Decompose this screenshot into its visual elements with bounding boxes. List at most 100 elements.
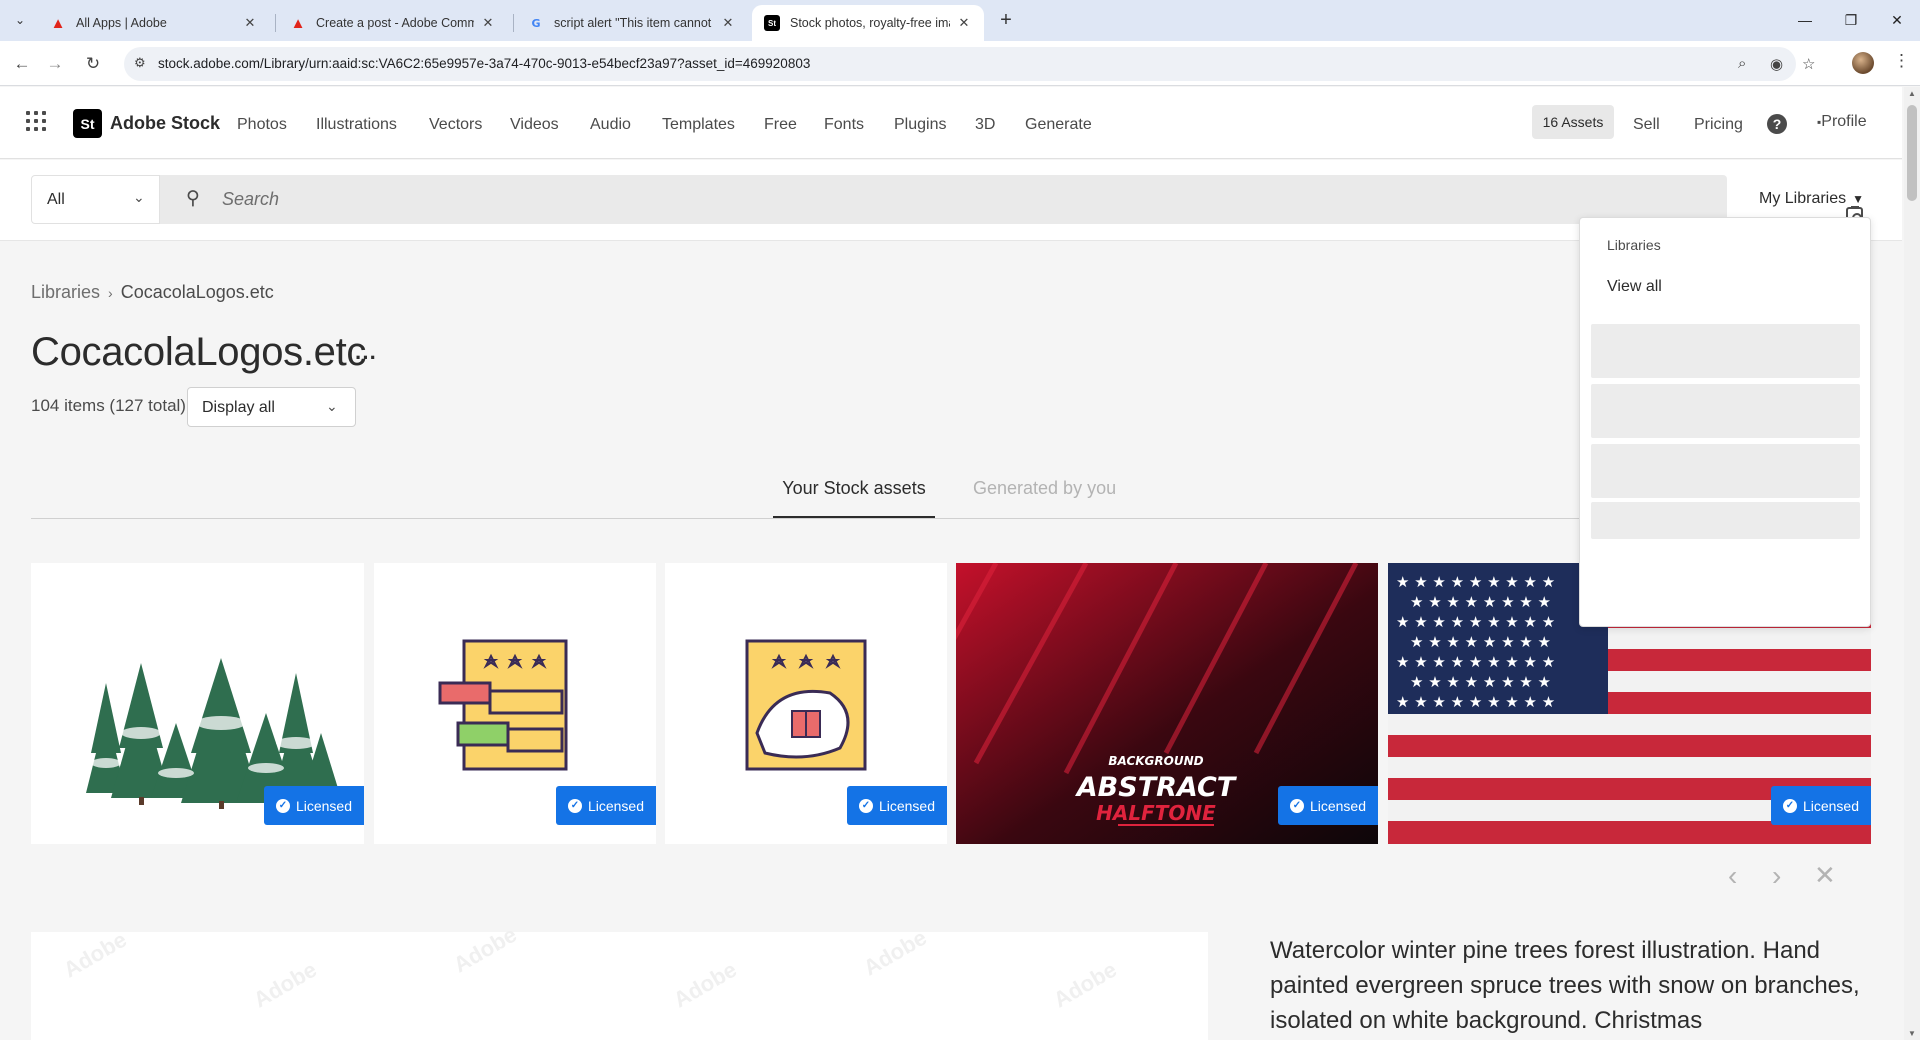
chevron-down-icon: ⌄ [133, 189, 145, 205]
adobe-icon: ▲ [290, 14, 306, 32]
tab-generated-by-you[interactable]: Generated by you [973, 478, 1116, 499]
address-bar: ← → ↻ ⚙ stock.adobe.com/Library/urn:aaid… [0, 41, 1920, 86]
sell-link[interactable]: Sell [1633, 116, 1660, 134]
svg-text:★ ★ ★ ★ ★ ★ ★ ★: ★ ★ ★ ★ ★ ★ ★ ★ [1410, 593, 1551, 611]
licensed-badge: ✓ Licensed [1277, 786, 1378, 825]
nav-videos[interactable]: Videos [510, 116, 559, 134]
browser-tab[interactable]: G script alert "This item cannot ed ✕ [516, 5, 748, 41]
scroll-down-icon[interactable]: ▼ [1908, 1029, 1916, 1038]
breadcrumb: Libraries › CocacolaLogos.etc [31, 282, 274, 303]
reload-icon[interactable]: ↻ [80, 51, 106, 77]
asset-card-gift-ticket[interactable]: ✓ Licensed [665, 563, 947, 844]
bookmark-star-icon[interactable]: ☆ [1802, 55, 1815, 73]
search-input[interactable]: ⚲ Search [160, 175, 1866, 227]
close-icon[interactable]: ✕ [242, 15, 258, 31]
assets-count-button[interactable]: 16 Assets [1532, 105, 1614, 139]
nav-audio[interactable]: Audio [590, 116, 631, 134]
check-circle-icon: ✓ [275, 798, 290, 813]
zoom-icon[interactable]: ⌕ [1738, 55, 1746, 72]
nav-free[interactable]: Free [764, 116, 797, 134]
browser-tab-active[interactable]: St Stock photos, royalty-free imag ✕ [752, 5, 984, 41]
nav-3d[interactable]: 3D [975, 116, 995, 134]
close-icon[interactable]: ✕ [956, 15, 972, 31]
svg-text:★ ★ ★ ★ ★ ★ ★ ★: ★ ★ ★ ★ ★ ★ ★ ★ [1410, 633, 1551, 651]
nav-templates[interactable]: Templates [662, 116, 735, 134]
profile-avatar[interactable]: ▪Profile [1817, 113, 1867, 131]
tab-title: script alert "This item cannot ed [554, 16, 714, 30]
nav-illustrations[interactable]: Illustrations [316, 116, 397, 134]
breadcrumb-libraries-link[interactable]: Libraries [31, 282, 100, 302]
search-placeholder: Search [222, 189, 280, 209]
libraries-dropdown: Libraries View all [1579, 217, 1871, 627]
restore-icon[interactable]: ❐ [1828, 0, 1874, 40]
back-arrow-icon[interactable]: ← [9, 51, 35, 77]
asset-card-coupon-ticket[interactable]: ✓ Licensed [374, 563, 656, 844]
view-all-libraries-link[interactable]: View all [1607, 278, 1662, 296]
close-icon[interactable]: ✕ [480, 15, 496, 31]
library-skeleton-item [1591, 502, 1860, 539]
minimize-icon[interactable]: — [1782, 0, 1828, 40]
svg-text:★ ★ ★ ★ ★ ★ ★ ★ ★: ★ ★ ★ ★ ★ ★ ★ ★ ★ [1396, 573, 1555, 591]
my-libraries-menu[interactable]: My Libraries ▼ [1759, 190, 1864, 208]
nav-photos[interactable]: Photos [237, 116, 287, 134]
asset-card-abstract-halftone[interactable]: BACKGROUND ABSTRACT HALFTONE ✓ Licensed [956, 563, 1378, 844]
site-info-icon[interactable]: ⚙ [134, 55, 146, 71]
new-tab-plus-icon[interactable]: + [994, 8, 1018, 32]
breadcrumb-current: CocacolaLogos.etc [120, 282, 274, 302]
url-text[interactable]: stock.adobe.com/Library/urn:aaid:sc:VA6C… [158, 56, 810, 71]
window-close-icon[interactable]: ✕ [1874, 0, 1920, 40]
pricing-link[interactable]: Pricing [1694, 116, 1743, 134]
asset-card-pine-trees[interactable]: ✓ Licensed [31, 563, 364, 844]
brand-name[interactable]: Adobe Stock [110, 113, 220, 134]
browser-tab[interactable]: ▲ All Apps | Adobe ✕ [38, 5, 270, 41]
check-circle-icon: ✓ [567, 798, 582, 813]
asset-preview-image[interactable]: Adobe Adobe Adobe Adobe Adobe Adobe [31, 922, 1208, 1040]
nav-generate[interactable]: Generate [1025, 116, 1092, 134]
licensed-badge: ✓ Licensed [1770, 786, 1871, 825]
scroll-up-icon[interactable]: ▲ [1908, 89, 1916, 98]
more-options-icon[interactable]: ··· [355, 345, 377, 371]
app-switcher-grid-icon[interactable] [26, 111, 46, 131]
tab-title: All Apps | Adobe [76, 16, 167, 30]
previous-chevron-icon[interactable]: ‹ [1728, 860, 1737, 892]
close-icon[interactable]: ✕ [720, 15, 736, 31]
svg-text:HALFTONE: HALFTONE [1096, 801, 1216, 825]
search-scope-select[interactable]: All ⌄ [31, 175, 160, 224]
library-skeleton-item [1591, 384, 1860, 438]
next-chevron-icon[interactable]: › [1772, 860, 1781, 892]
nav-plugins[interactable]: Plugins [894, 116, 946, 134]
svg-text:★ ★ ★ ★ ★ ★ ★ ★ ★: ★ ★ ★ ★ ★ ★ ★ ★ ★ [1396, 613, 1555, 631]
scrollbar-thumb[interactable] [1907, 105, 1917, 201]
display-filter-value: Display all [202, 399, 275, 416]
nav-fonts[interactable]: Fonts [824, 116, 864, 134]
adobe-stock-logo[interactable]: St [73, 109, 102, 138]
nav-vectors[interactable]: Vectors [429, 116, 482, 134]
stock-header: St Adobe Stock Photos Illustrations Vect… [0, 87, 1902, 159]
browser-menu-icon[interactable]: ⋮ [1893, 51, 1910, 71]
display-filter-select[interactable]: Display all ⌄ [187, 387, 356, 427]
profile-alt-text: Profile [1821, 113, 1867, 130]
licensed-badge: ✓ Licensed [263, 786, 364, 825]
chevron-down-icon: ▼ [1852, 192, 1865, 206]
items-count: 104 items (127 total) [31, 396, 186, 415]
library-skeleton-item [1591, 324, 1860, 378]
page-scrollbar[interactable]: ▲ ▼ [1904, 87, 1920, 1040]
tab-your-stock-assets[interactable]: Your Stock assets [773, 474, 935, 519]
library-skeleton-item [1591, 444, 1860, 498]
chevron-down-icon: ⌄ [326, 398, 338, 414]
browser-tab-bar: ⌄ ▲ All Apps | Adobe ✕ ▲ Create a post -… [0, 0, 1920, 41]
browser-profile-avatar[interactable] [1852, 52, 1874, 74]
eye-icon[interactable]: ◉ [1770, 55, 1783, 73]
licensed-badge: ✓ Licensed [555, 786, 656, 825]
close-detail-icon[interactable]: ✕ [1814, 860, 1836, 891]
url-omnibox[interactable]: ⚙ stock.adobe.com/Library/urn:aaid:sc:VA… [124, 47, 1815, 81]
google-icon: G [531, 16, 541, 30]
tab-search-chevron-icon[interactable]: ⌄ [8, 8, 32, 32]
search-icon: ⚲ [186, 188, 200, 209]
tab-title: Create a post - Adobe Commun [316, 16, 474, 30]
help-icon[interactable]: ? [1767, 114, 1787, 134]
browser-tab[interactable]: ▲ Create a post - Adobe Commun ✕ [278, 5, 508, 41]
adobe-icon: ▲ [50, 14, 66, 32]
check-circle-icon: ✓ [858, 798, 873, 813]
forward-arrow-icon[interactable]: → [42, 51, 68, 77]
